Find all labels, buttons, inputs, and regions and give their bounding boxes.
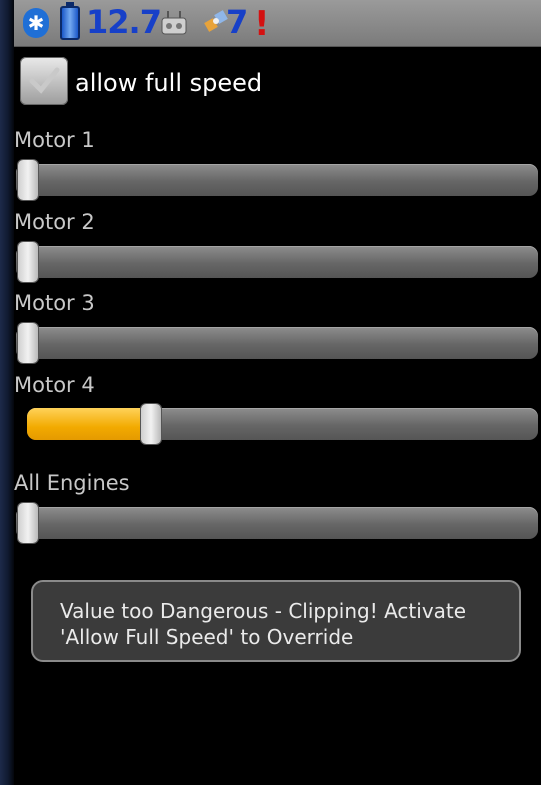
motor-4-fill	[27, 408, 151, 440]
motor-1-label: Motor 1	[14, 128, 95, 152]
motor-1-thumb[interactable]	[18, 160, 38, 200]
motor-4-thumb[interactable]	[141, 404, 161, 444]
motor-2-slider[interactable]	[16, 242, 538, 282]
warning-toast: Value too Dangerous - Clipping! Activate…	[31, 580, 521, 662]
motor-2-label: Motor 2	[14, 210, 95, 234]
satellite-count: 7	[226, 3, 249, 41]
status-bar: ✱ 12.7 7 !	[14, 0, 541, 47]
motor-4-slider[interactable]	[27, 404, 538, 444]
alert-icon: !	[254, 4, 270, 44]
allow-full-speed-checkbox[interactable]	[20, 57, 68, 105]
all-engines-thumb[interactable]	[18, 503, 38, 543]
motor-1-slider[interactable]	[16, 160, 538, 200]
voltage-readout: 12.7	[86, 3, 162, 41]
allow-full-speed-label: allow full speed	[75, 69, 263, 97]
all-engines-slider[interactable]	[16, 503, 538, 543]
motor-3-thumb[interactable]	[18, 323, 38, 363]
checkmark-icon	[29, 67, 60, 94]
battery-icon	[60, 2, 80, 40]
warning-toast-text: Value too Dangerous - Clipping! Activate…	[60, 599, 467, 649]
bluetooth-icon: ✱	[23, 8, 49, 38]
motor-4-label: Motor 4	[14, 373, 95, 397]
motor-3-slider[interactable]	[16, 323, 538, 363]
motor-3-label: Motor 3	[14, 291, 95, 315]
all-engines-label: All Engines	[14, 471, 130, 495]
remote-control-icon	[160, 10, 188, 36]
motor-2-thumb[interactable]	[18, 242, 38, 282]
